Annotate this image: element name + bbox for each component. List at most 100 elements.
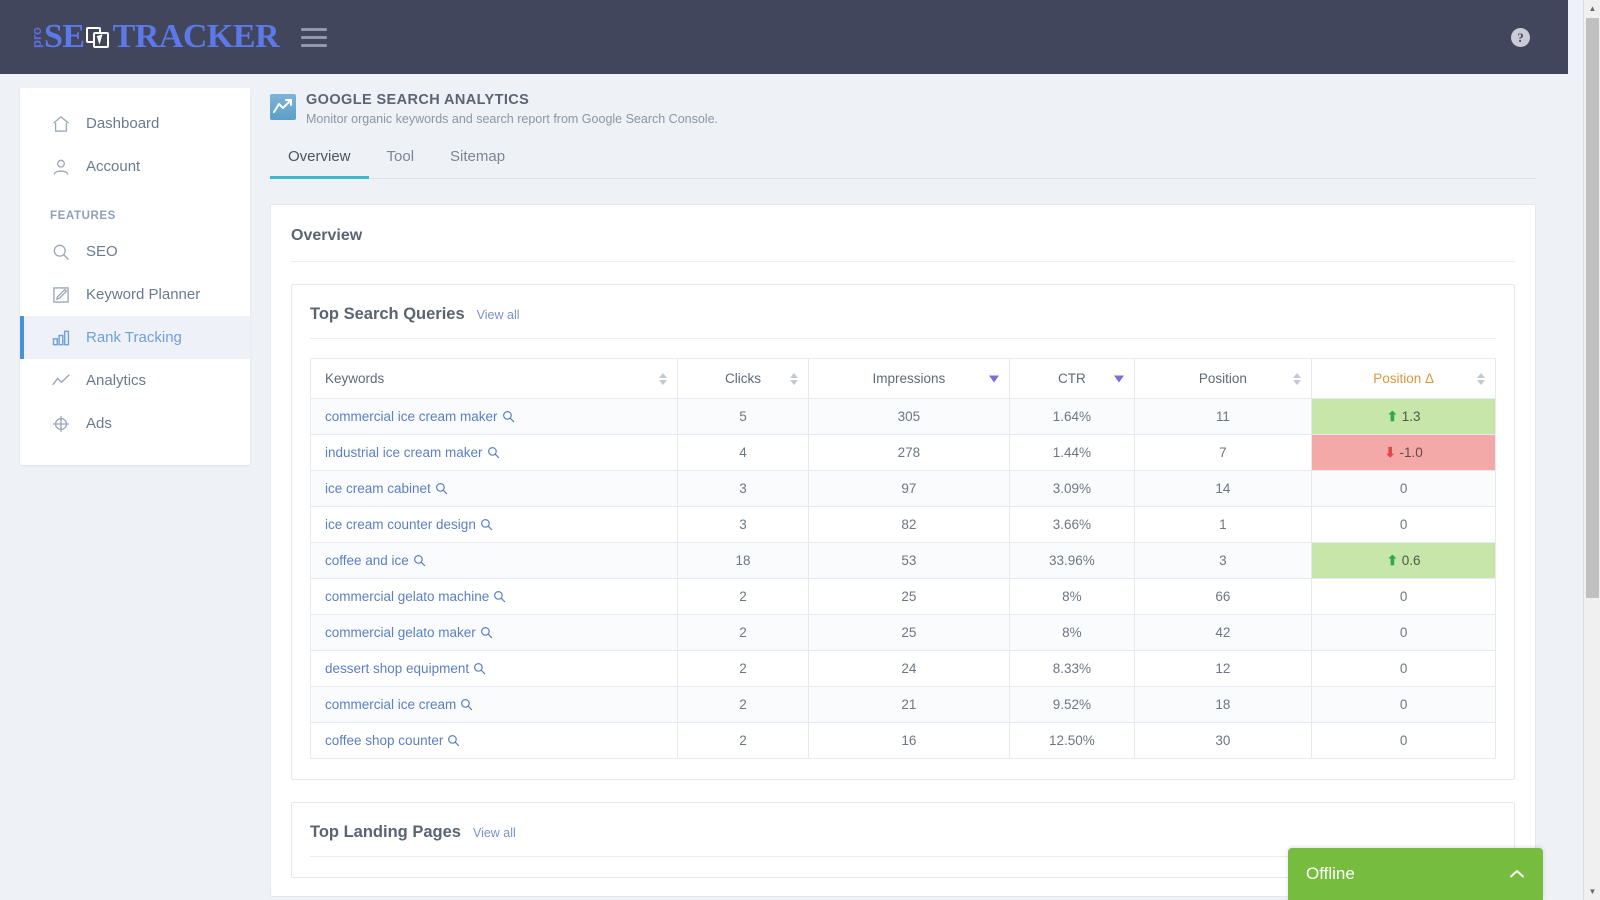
cell-ctr: 9.52% (1010, 687, 1134, 723)
cell-clicks: 5 (678, 399, 808, 435)
offline-chat-widget[interactable]: Offline (1288, 848, 1543, 900)
cell-ctr: 12.50% (1010, 723, 1134, 759)
sidebar-item-dashboard[interactable]: Dashboard (20, 102, 250, 145)
search-icon (50, 241, 72, 263)
keyword-search-icon[interactable] (476, 625, 493, 640)
sidebar-item-seo[interactable]: SEO (20, 230, 250, 273)
cell-position-delta: 0 (1312, 651, 1496, 687)
keyword-search-icon[interactable] (431, 481, 448, 496)
cell-keyword: coffee shop counter (311, 723, 678, 759)
sidebar-item-account[interactable]: Account (20, 145, 250, 188)
chevron-up-icon[interactable] (1509, 869, 1525, 879)
scroll-down-icon[interactable]: ▼ (1584, 883, 1600, 900)
tab-sitemap[interactable]: Sitemap (432, 148, 523, 179)
keyword-link[interactable]: commercial gelato maker (325, 625, 476, 640)
table-body: commercial ice cream maker53051.64%11⬆ 1… (311, 399, 1496, 759)
keyword-link[interactable]: ice cream counter design (325, 517, 476, 532)
cell-impressions: 82 (808, 507, 1009, 543)
keyword-link[interactable]: industrial ice cream maker (325, 445, 483, 460)
column-header-position[interactable]: Position (1134, 359, 1312, 399)
analytics-chart-icon (270, 94, 296, 120)
keyword-search-icon[interactable] (409, 553, 426, 568)
page-header: GOOGLE SEARCH ANALYTICS Monitor organic … (270, 92, 1536, 126)
scroll-up-icon[interactable]: ▲ (1584, 0, 1600, 17)
cell-clicks: 2 (678, 687, 808, 723)
table-row: coffee shop counter21612.50%300 (311, 723, 1496, 759)
keyword-link[interactable]: commercial ice cream maker (325, 409, 498, 424)
keyword-link[interactable]: coffee and ice (325, 553, 409, 568)
cell-keyword: commercial gelato machine (311, 579, 678, 615)
keyword-link[interactable]: ice cream cabinet (325, 481, 431, 496)
table-row: industrial ice cream maker42781.44%7⬇ -1… (311, 435, 1496, 471)
tab-bar: Overview Tool Sitemap (270, 148, 1536, 179)
cell-position-delta: 0 (1312, 471, 1496, 507)
cell-position: 3 (1134, 543, 1312, 579)
sort-icon-clicks[interactable] (790, 373, 798, 385)
line-chart-icon (50, 370, 72, 392)
sort-icon-ctr[interactable] (1114, 375, 1124, 382)
column-header-keywords[interactable]: Keywords (311, 359, 678, 399)
main-content: GOOGLE SEARCH ANALYTICS Monitor organic … (270, 92, 1536, 897)
table-row: coffee and ice185333.96%3⬆ 0.6 (311, 543, 1496, 579)
sort-icon-position-delta[interactable] (1477, 373, 1485, 385)
keyword-search-icon[interactable] (489, 589, 506, 604)
page-scrollbar[interactable]: ▲ ▼ (1583, 0, 1600, 900)
arrow-up-icon: ⬆ (1387, 409, 1398, 424)
sort-icon-impressions[interactable] (989, 375, 999, 382)
cell-position-delta: ⬆ 1.3 (1312, 399, 1496, 435)
hamburger-icon[interactable] (301, 28, 327, 47)
column-header-ctr[interactable]: CTR (1010, 359, 1134, 399)
view-all-link[interactable]: View all (473, 826, 516, 840)
cell-impressions: 305 (808, 399, 1009, 435)
brand-logo[interactable]: pro SE TRACKER (30, 18, 279, 56)
table-row: commercial ice cream2219.52%180 (311, 687, 1496, 723)
bar-chart-icon (50, 327, 72, 349)
sort-icon-keywords[interactable] (659, 373, 667, 385)
keyword-link[interactable]: commercial ice cream (325, 697, 456, 712)
sidebar-item-rank-tracking[interactable]: Rank Tracking (20, 316, 250, 359)
cell-keyword: coffee and ice (311, 543, 678, 579)
cell-clicks: 18 (678, 543, 808, 579)
cell-position: 66 (1134, 579, 1312, 615)
keyword-search-icon[interactable] (443, 733, 460, 748)
keyword-link[interactable]: dessert shop equipment (325, 661, 469, 676)
table-row: ice cream cabinet3973.09%140 (311, 471, 1496, 507)
column-header-impressions[interactable]: Impressions (808, 359, 1009, 399)
sort-icon-position[interactable] (1293, 373, 1301, 385)
cell-impressions: 25 (808, 615, 1009, 651)
cell-keyword: commercial ice cream (311, 687, 678, 723)
page-title: GOOGLE SEARCH ANALYTICS (306, 92, 718, 109)
help-icon[interactable]: ? (1511, 28, 1530, 47)
cell-clicks: 2 (678, 615, 808, 651)
cell-ctr: 8% (1010, 579, 1134, 615)
sidebar-item-keyword-planner[interactable]: Keyword Planner (20, 273, 250, 316)
keyword-search-icon[interactable] (483, 445, 500, 460)
keyword-search-icon[interactable] (469, 661, 486, 676)
edit-icon (50, 284, 72, 306)
tab-overview[interactable]: Overview (270, 148, 369, 179)
keyword-search-icon[interactable] (498, 409, 515, 424)
brand-cursor-icon (86, 24, 112, 50)
top-search-queries-card: Top Search Queries View all Keywords Cli… (291, 284, 1515, 780)
cell-position-delta: 0 (1312, 507, 1496, 543)
cell-keyword: commercial ice cream maker (311, 399, 678, 435)
tab-tool[interactable]: Tool (369, 148, 433, 179)
cell-position: 14 (1134, 471, 1312, 507)
column-label: CTR (1058, 371, 1086, 386)
sidebar-item-analytics[interactable]: Analytics (20, 359, 250, 402)
page-subtitle: Monitor organic keywords and search repo… (306, 112, 718, 126)
keyword-search-icon[interactable] (456, 697, 473, 712)
sidebar-item-ads[interactable]: Ads (20, 402, 250, 445)
scrollbar-thumb[interactable] (1586, 18, 1599, 598)
cell-clicks: 4 (678, 435, 808, 471)
cell-clicks: 2 (678, 723, 808, 759)
column-label: Position Δ (1373, 371, 1434, 386)
keyword-link[interactable]: commercial gelato machine (325, 589, 489, 604)
column-header-clicks[interactable]: Clicks (678, 359, 808, 399)
keyword-search-icon[interactable] (476, 517, 493, 532)
cell-position: 7 (1134, 435, 1312, 471)
column-header-position-delta[interactable]: Position Δ (1312, 359, 1496, 399)
keyword-link[interactable]: coffee shop counter (325, 733, 443, 748)
cell-impressions: 97 (808, 471, 1009, 507)
view-all-link[interactable]: View all (477, 308, 520, 322)
